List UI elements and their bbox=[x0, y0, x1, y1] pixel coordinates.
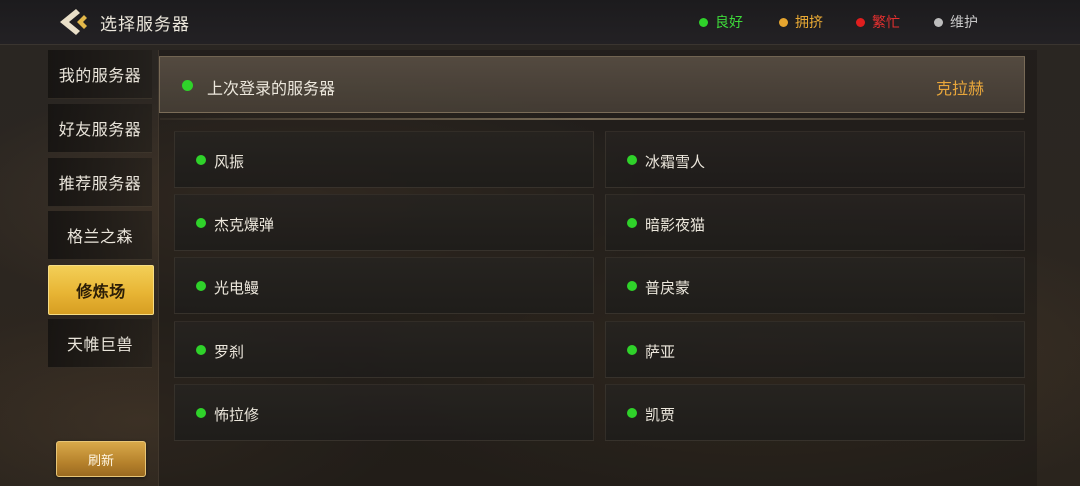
sidebar-item-my-servers[interactable]: 我的服务器 bbox=[48, 50, 152, 99]
status-good-dot bbox=[627, 281, 637, 291]
server-card[interactable]: 萨亚 bbox=[605, 321, 1025, 378]
sidebar-item-label: 好友服务器 bbox=[58, 120, 142, 139]
divider bbox=[160, 118, 1024, 120]
sidebar-item-friend-servers[interactable]: 好友服务器 bbox=[48, 104, 152, 153]
server-name: 冰霜雪人 bbox=[645, 153, 706, 171]
legend-good: 良好 bbox=[699, 13, 743, 31]
server-card[interactable]: 罗刹 bbox=[174, 321, 594, 378]
server-card[interactable]: 怖拉修 bbox=[174, 384, 594, 441]
server-name: 暗影夜猫 bbox=[645, 216, 706, 234]
server-select-screen: 选择服务器 良好 拥挤 繁忙 维护 我的服务器 好友服务器 推荐服务器 格兰之森… bbox=[0, 0, 1080, 486]
refresh-button-label: 刷新 bbox=[87, 453, 114, 469]
server-name: 普戾蒙 bbox=[645, 279, 691, 297]
sidebar-item-label: 修炼场 bbox=[76, 282, 126, 301]
server-name: 光电鳗 bbox=[214, 279, 260, 297]
status-good-dot bbox=[627, 408, 637, 418]
header-bar: 选择服务器 良好 拥挤 繁忙 维护 bbox=[0, 0, 1080, 45]
legend-maintenance: 维护 bbox=[934, 13, 978, 31]
server-name: 风振 bbox=[214, 153, 245, 171]
server-card[interactable]: 普戾蒙 bbox=[605, 257, 1025, 314]
sidebar-item-sky-beast[interactable]: 天帷巨兽 bbox=[48, 319, 152, 368]
last-login-label: 上次登录的服务器 bbox=[207, 79, 336, 98]
server-name: 杰克爆弹 bbox=[214, 216, 275, 234]
sidebar-item-recommended-servers[interactable]: 推荐服务器 bbox=[48, 158, 152, 207]
status-good-dot bbox=[699, 17, 708, 27]
status-busy-dot bbox=[856, 17, 865, 27]
status-good-dot bbox=[627, 218, 637, 228]
server-card[interactable]: 冰霜雪人 bbox=[605, 131, 1025, 188]
sidebar-item-grand-forest[interactable]: 格兰之森 bbox=[48, 211, 152, 260]
sidebar-item-label: 天帷巨兽 bbox=[66, 335, 133, 354]
server-card[interactable]: 风振 bbox=[174, 131, 594, 188]
legend-maintenance-label: 维护 bbox=[950, 15, 978, 31]
server-name: 罗刹 bbox=[214, 343, 245, 361]
status-good-dot bbox=[627, 155, 637, 165]
last-login-server-name: 克拉赫 bbox=[935, 79, 984, 98]
legend-crowded-label: 拥挤 bbox=[795, 15, 823, 31]
status-good-dot bbox=[196, 345, 206, 355]
sidebar-item-label: 我的服务器 bbox=[58, 66, 142, 85]
back-arrow-icon bbox=[60, 9, 87, 35]
server-name: 萨亚 bbox=[645, 343, 676, 361]
sidebar-item-label: 推荐服务器 bbox=[58, 174, 142, 193]
server-name: 怖拉修 bbox=[214, 406, 260, 424]
server-card[interactable]: 光电鳗 bbox=[174, 257, 594, 314]
sidebar-item-training-ground[interactable]: 修炼场 bbox=[48, 265, 154, 315]
legend-busy: 繁忙 bbox=[856, 13, 900, 31]
back-button[interactable] bbox=[58, 7, 92, 37]
server-card[interactable]: 暗影夜猫 bbox=[605, 194, 1025, 251]
refresh-button[interactable]: 刷新 bbox=[56, 441, 146, 477]
status-good-dot bbox=[196, 281, 206, 291]
status-good-dot bbox=[627, 345, 637, 355]
status-good-dot bbox=[182, 80, 193, 91]
legend-busy-label: 繁忙 bbox=[872, 15, 900, 31]
server-card[interactable]: 凯贾 bbox=[605, 384, 1025, 441]
status-good-dot bbox=[196, 218, 206, 228]
status-good-dot bbox=[196, 155, 206, 165]
status-crowded-dot bbox=[779, 17, 788, 27]
sidebar-item-label: 格兰之森 bbox=[66, 227, 133, 246]
legend-good-label: 良好 bbox=[715, 15, 743, 31]
status-good-dot bbox=[196, 408, 206, 418]
server-card[interactable]: 杰克爆弹 bbox=[174, 194, 594, 251]
server-name: 凯贾 bbox=[645, 406, 676, 424]
legend-crowded: 拥挤 bbox=[779, 13, 823, 31]
last-login-bar[interactable]: 上次登录的服务器 克拉赫 bbox=[159, 56, 1025, 113]
status-maintenance-dot bbox=[934, 17, 943, 27]
page-title: 选择服务器 bbox=[100, 15, 190, 35]
